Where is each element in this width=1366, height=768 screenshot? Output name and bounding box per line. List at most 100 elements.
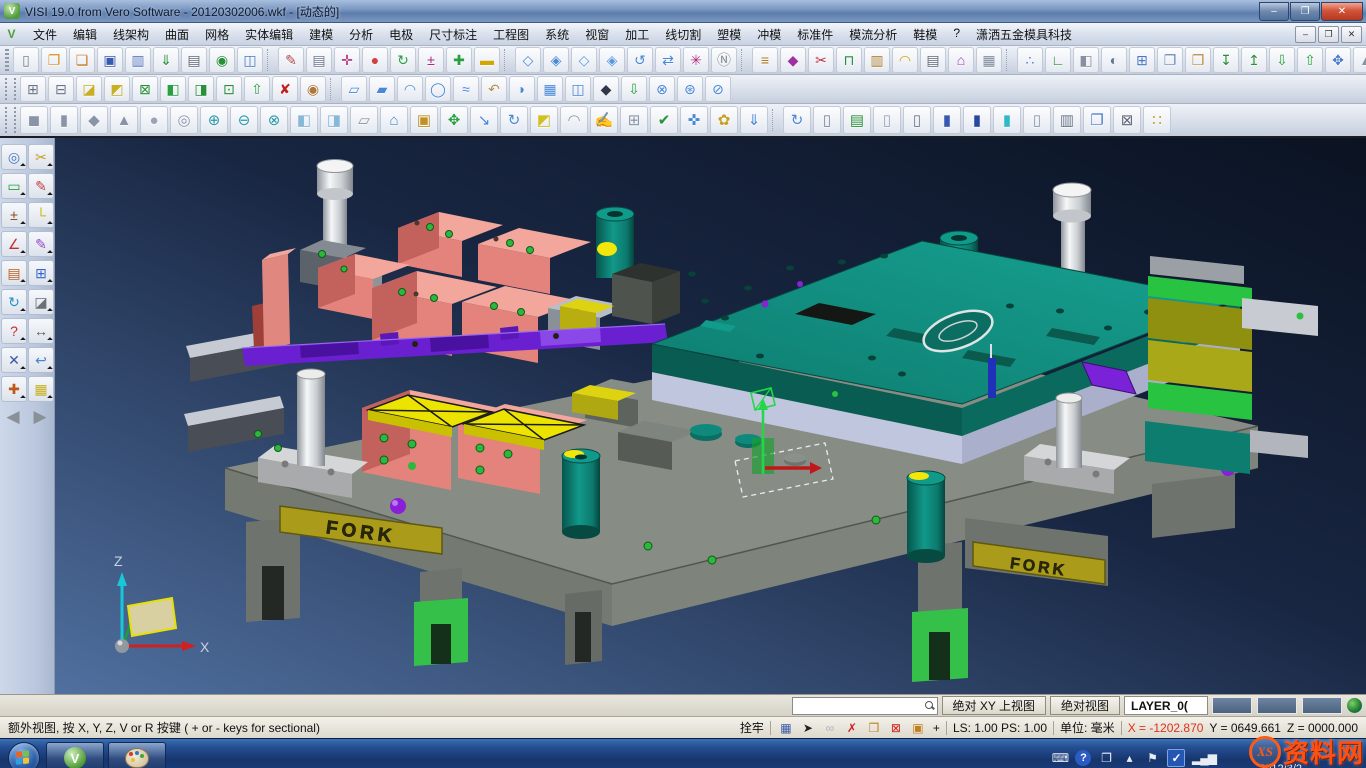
surface-plane2-icon[interactable]: ▰ [369,76,395,102]
visi-taskbar-button[interactable]: V [46,742,104,768]
hole-pattern-icon[interactable]: ∷ [1143,106,1171,134]
box-edit-icon[interactable]: ❒ [865,720,883,736]
menu-item[interactable]: 文件 [25,24,65,45]
surface-cube-icon[interactable]: ◆ [593,76,619,102]
zoom-dynamic-icon[interactable]: ± [1,202,27,228]
box-delete-icon[interactable]: ⊠ [887,720,905,736]
punch-tool-icon[interactable]: ⊓ [836,47,862,73]
action-center-icon[interactable]: ⚑ [1144,750,1160,766]
curve-draw-icon[interactable]: ✎ [28,173,54,199]
menu-item[interactable]: 实体编辑 [237,24,301,45]
menu-item[interactable]: 视窗 [577,24,617,45]
traffic-light-icon[interactable]: ● [362,47,388,73]
solid-remove-icon[interactable]: ✘ [272,76,298,102]
scale-solid-icon[interactable]: ↘ [470,106,498,134]
menu-item[interactable]: 潇洒五金模具科技 [968,24,1080,45]
move-free-icon[interactable]: ✥ [1325,47,1351,73]
network-app-icon[interactable]: ✓ [1167,749,1185,767]
orient-solid-icon[interactable]: ▲ [1353,47,1366,73]
plus-label[interactable]: + [933,721,940,735]
profile-icon[interactable]: └ [28,202,54,228]
menu-item[interactable]: ? [945,24,968,45]
paste-icon[interactable]: ❒ [1185,47,1211,73]
frame-select-icon[interactable]: ▭ [1,173,27,199]
toolbar-separator[interactable] [330,78,337,100]
hole-bore-icon[interactable]: ▮ [963,106,991,134]
save-icon[interactable]: ▣ [97,47,123,73]
back-icon[interactable]: ◀ [1,405,25,429]
absolute-view-button[interactable]: 绝对视图 [1050,696,1120,715]
toolbar-drag-handle[interactable] [5,78,16,100]
link-chain-icon[interactable]: ∞ [821,720,839,736]
solid-history-icon[interactable]: ◉ [300,76,326,102]
view-preset-button-1[interactable] [1212,697,1252,714]
drop-down-icon[interactable]: ↧ [1213,47,1239,73]
hole-coil-icon[interactable]: ▥ [1053,106,1081,134]
boolean-intersect-icon[interactable]: ⊗ [260,106,288,134]
arc-slide-icon[interactable]: ◠ [560,106,588,134]
pick-solid-icon[interactable]: ✜ [680,106,708,134]
solid-feature-icon[interactable]: ⇧ [244,76,270,102]
print-icon[interactable]: ▤ [181,47,207,73]
raise-up-icon[interactable]: ↥ [1241,47,1267,73]
strip-cut-icon[interactable]: ✂ [808,47,834,73]
corner-tool-icon[interactable]: ∟ [1045,47,1071,73]
block-edge-icon[interactable]: ◨ [320,106,348,134]
menu-item[interactable]: 冲模 [749,24,789,45]
doc-view-icon[interactable]: ▤ [306,47,332,73]
menu-item[interactable]: 鞋模 [905,24,945,45]
delete-trash-icon[interactable]: ✕ [1,347,27,373]
surface-undo-icon[interactable]: ↶ [481,76,507,102]
save-as-icon[interactable]: ▥ [125,47,151,73]
primitive-torus-icon[interactable]: ◎ [170,106,198,134]
sheet-icon[interactable]: ▱ [350,106,378,134]
hole-copy-icon[interactable]: ❐ [1083,106,1111,134]
plate-tool-icon[interactable]: ▥ [864,47,890,73]
boolean-union-icon[interactable]: ⊕ [200,106,228,134]
view-side-icon[interactable]: ◇ [571,47,597,73]
view-mode-button[interactable]: 绝对 XY 上视图 [942,696,1046,715]
surface-curved-icon[interactable]: ◠ [397,76,423,102]
menu-item[interactable]: 加工 [617,24,657,45]
search-box[interactable] [792,697,938,715]
primitive-sphere-icon[interactable]: ● [140,106,168,134]
hole-blind-icon[interactable]: ▯ [903,106,931,134]
menu-item[interactable]: 建模 [301,24,341,45]
restore-window-icon[interactable]: ❐ [1098,750,1114,766]
delete-x-icon[interactable]: ✗ [843,720,861,736]
menu-item[interactable]: 尺寸标注 [421,24,485,45]
assembly-icon[interactable]: ⊞ [1129,47,1155,73]
strip-layout-icon[interactable]: ≡ [752,47,778,73]
screenshot-save-icon[interactable]: ▦ [28,376,54,402]
menu-item[interactable]: 网格 [197,24,237,45]
menu-item[interactable]: 工程图 [485,24,537,45]
measure-icon[interactable]: ↔ [28,318,54,344]
surface-mesh-icon[interactable]: ▦ [537,76,563,102]
visibility-toggle-icon[interactable]: ± [418,47,444,73]
primitive-block-icon[interactable]: ◼ [20,106,48,134]
solid-face-edit-icon[interactable]: ◩ [104,76,130,102]
link-solids-icon[interactable]: ∴ [1017,47,1043,73]
minimize-button[interactable]: – [1259,2,1289,21]
menu-item[interactable]: 线架构 [105,24,157,45]
keyboard-icon[interactable]: ⌨ [1052,750,1068,766]
undo-view-icon[interactable]: ↩ [28,347,54,373]
menu-item[interactable]: 标准件 [789,24,841,45]
preview-icon[interactable]: ◉ [209,47,235,73]
boolean-subtract-icon[interactable]: ⊖ [230,106,258,134]
menu-item[interactable]: 塑模 [709,24,749,45]
wizard-icon[interactable]: ◠ [892,47,918,73]
export-icon[interactable]: ⇓ [153,47,179,73]
toolbar-separator[interactable] [741,49,748,71]
stamp-hand-icon[interactable]: ✍ [590,106,618,134]
roof-icon[interactable]: ⌂ [380,106,408,134]
hole-threaded-icon[interactable]: ▤ [843,106,871,134]
mesh-tool-icon[interactable]: ▦ [976,47,1002,73]
surface-uv-icon[interactable]: ⊛ [677,76,703,102]
hole-counter-icon[interactable]: ▮ [933,106,961,134]
solid-subtract-icon[interactable]: ⊟ [48,76,74,102]
toolbar-separator[interactable] [772,109,779,131]
view-sequence-icon[interactable]: ⇄ [655,47,681,73]
view-rotate-icon[interactable]: ↺ [627,47,653,73]
surface-normal-icon[interactable]: ⊘ [705,76,731,102]
